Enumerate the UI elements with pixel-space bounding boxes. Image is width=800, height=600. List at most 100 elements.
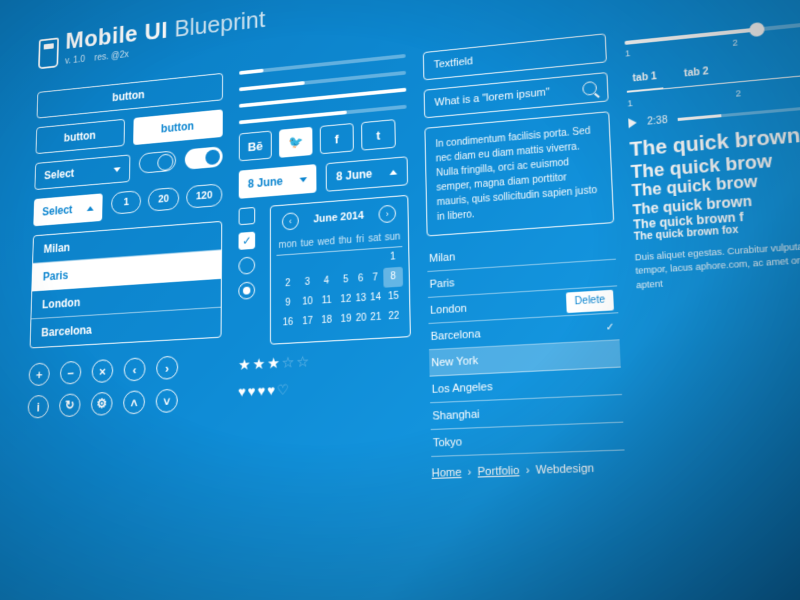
checkbox-checked[interactable]: ✓ <box>239 232 256 250</box>
cal-day[interactable]: 9 <box>277 293 300 314</box>
chevron-right-icon[interactable]: › <box>156 356 178 380</box>
icon-buttons: + − × ‹ › i ↻ ⚙ ˄ ˅ <box>27 353 221 418</box>
button-filled[interactable]: button <box>133 109 223 145</box>
cal-day[interactable]: 16 <box>277 312 300 333</box>
cal-day[interactable]: 21 <box>368 307 384 328</box>
slider[interactable]: 1 2 3 <box>624 8 800 58</box>
cal-prev[interactable]: ‹ <box>282 212 299 230</box>
cal-day[interactable]: 1 <box>383 247 403 268</box>
tab[interactable]: tab 2 <box>677 60 716 87</box>
heart-rating[interactable]: ♥ ♥ ♥ ♥ ♡ <box>238 375 412 400</box>
version-label: v. 1.0 <box>65 55 85 67</box>
cal-day[interactable]: 20 <box>354 308 368 329</box>
star-icon: ★ <box>253 354 266 372</box>
cal-day[interactable]: 10 <box>299 292 316 313</box>
chevron-down-icon <box>300 177 307 182</box>
tab[interactable]: tab 1 <box>626 65 664 93</box>
chevron-up-icon <box>87 205 94 210</box>
toggle-outline[interactable] <box>139 150 176 173</box>
tick: 1 <box>625 48 631 58</box>
crumb-link[interactable]: Portfolio <box>477 465 519 479</box>
player-progress[interactable] <box>678 102 800 121</box>
list-item-label: Paris <box>430 277 455 291</box>
cal-day[interactable]: 3 <box>299 272 315 293</box>
cal-next[interactable]: › <box>378 205 396 224</box>
cal-day[interactable]: 4 <box>316 271 338 292</box>
resolution-label: res. @2x <box>94 50 129 63</box>
facebook-icon[interactable]: f <box>320 123 354 154</box>
chip[interactable]: 20 <box>148 187 179 212</box>
behance-icon[interactable]: Bē <box>239 131 272 162</box>
cal-grid: montuewedthufrisatsun 123456789101112131… <box>276 227 403 333</box>
cal-day[interactable]: 5 <box>337 270 354 291</box>
select-outline[interactable]: Select <box>34 154 130 190</box>
progress-bar <box>239 88 406 108</box>
date-label: 8 June <box>336 167 372 183</box>
cal-day[interactable]: 2 <box>276 273 299 294</box>
cal-day[interactable]: 7 <box>367 268 383 289</box>
toggle-filled[interactable] <box>185 146 223 170</box>
refresh-icon[interactable]: ↻ <box>59 393 81 417</box>
heart-icon: ♥ <box>238 383 246 400</box>
chevron-up-icon[interactable]: ˄ <box>123 390 145 414</box>
cal-day <box>354 249 368 269</box>
city-list-detail: MilanParisLondonDeleteBarcelonaNew YorkL… <box>427 233 625 457</box>
chevron-left-icon[interactable]: ‹ <box>124 357 146 381</box>
date-label: 8 June <box>248 174 283 190</box>
chevron-down-icon <box>114 167 121 172</box>
star-icon: ☆ <box>282 353 295 371</box>
twitter-icon[interactable]: 🐦 <box>279 127 312 158</box>
button-outline[interactable]: button <box>36 119 125 154</box>
breadcrumb: Home› Portfolio› Webdesign <box>431 461 625 480</box>
cal-day[interactable]: 18 <box>316 310 338 331</box>
chevron-right-icon: › <box>525 464 529 477</box>
cal-dow: thu <box>337 231 354 251</box>
progress-bar <box>239 54 406 75</box>
cal-day[interactable]: 6 <box>354 269 368 290</box>
radio-empty[interactable] <box>238 256 255 274</box>
chevron-down-icon[interactable]: ˅ <box>156 389 178 413</box>
list-item-label: Barcelona <box>431 328 481 343</box>
cal-day <box>367 248 383 269</box>
delete-button[interactable]: Delete <box>566 289 614 312</box>
cal-day[interactable]: 13 <box>354 288 368 309</box>
tab-mark: 2 <box>735 88 741 99</box>
gear-icon[interactable]: ⚙ <box>91 392 113 416</box>
cal-dow: tue <box>299 234 315 254</box>
cal-day[interactable]: 19 <box>338 309 355 330</box>
chip[interactable]: 120 <box>186 183 223 208</box>
info-icon[interactable]: i <box>27 395 49 419</box>
list-item-label: London <box>430 302 467 316</box>
progress-bar <box>239 71 406 91</box>
crumb-link[interactable]: Home <box>431 466 461 479</box>
date-picker-filled[interactable]: 8 June <box>239 164 317 199</box>
checkbox-empty[interactable] <box>239 207 256 225</box>
radio-checked[interactable] <box>238 281 255 299</box>
chip[interactable]: 1 <box>111 190 141 215</box>
list-item-label: Tokyo <box>433 436 462 450</box>
cal-dow: sun <box>383 227 403 247</box>
cal-day[interactable]: 15 <box>383 286 403 307</box>
play-icon[interactable] <box>628 118 637 129</box>
minus-icon[interactable]: − <box>60 361 82 385</box>
progress-bars <box>239 54 407 124</box>
cal-day[interactable]: 8 <box>383 266 403 287</box>
heart-icon: ♡ <box>277 381 289 398</box>
list-item-label: Shanghai <box>432 408 479 422</box>
star-rating[interactable]: ★ ★ ★ ☆ ☆ <box>238 352 309 373</box>
cal-day[interactable]: 11 <box>316 290 338 311</box>
date-picker-outline[interactable]: 8 June <box>326 156 408 192</box>
paragraph-block: In condimentum facilisis porta. Sed nec … <box>424 111 614 236</box>
tumblr-icon[interactable]: t <box>361 119 396 151</box>
plus-icon[interactable]: + <box>28 362 49 386</box>
cal-day[interactable]: 17 <box>299 311 316 332</box>
chevron-right-icon: › <box>467 466 471 479</box>
text-field[interactable]: Textfield <box>423 33 607 80</box>
cal-dow: mon <box>276 235 299 255</box>
cal-day[interactable]: 12 <box>337 289 354 310</box>
cal-day[interactable]: 14 <box>367 287 383 308</box>
close-icon[interactable]: × <box>92 359 114 383</box>
search-field[interactable]: What is a "lorem ipsum" <box>424 72 609 118</box>
cal-day[interactable]: 22 <box>384 306 404 327</box>
select-filled[interactable]: Select <box>33 193 103 226</box>
